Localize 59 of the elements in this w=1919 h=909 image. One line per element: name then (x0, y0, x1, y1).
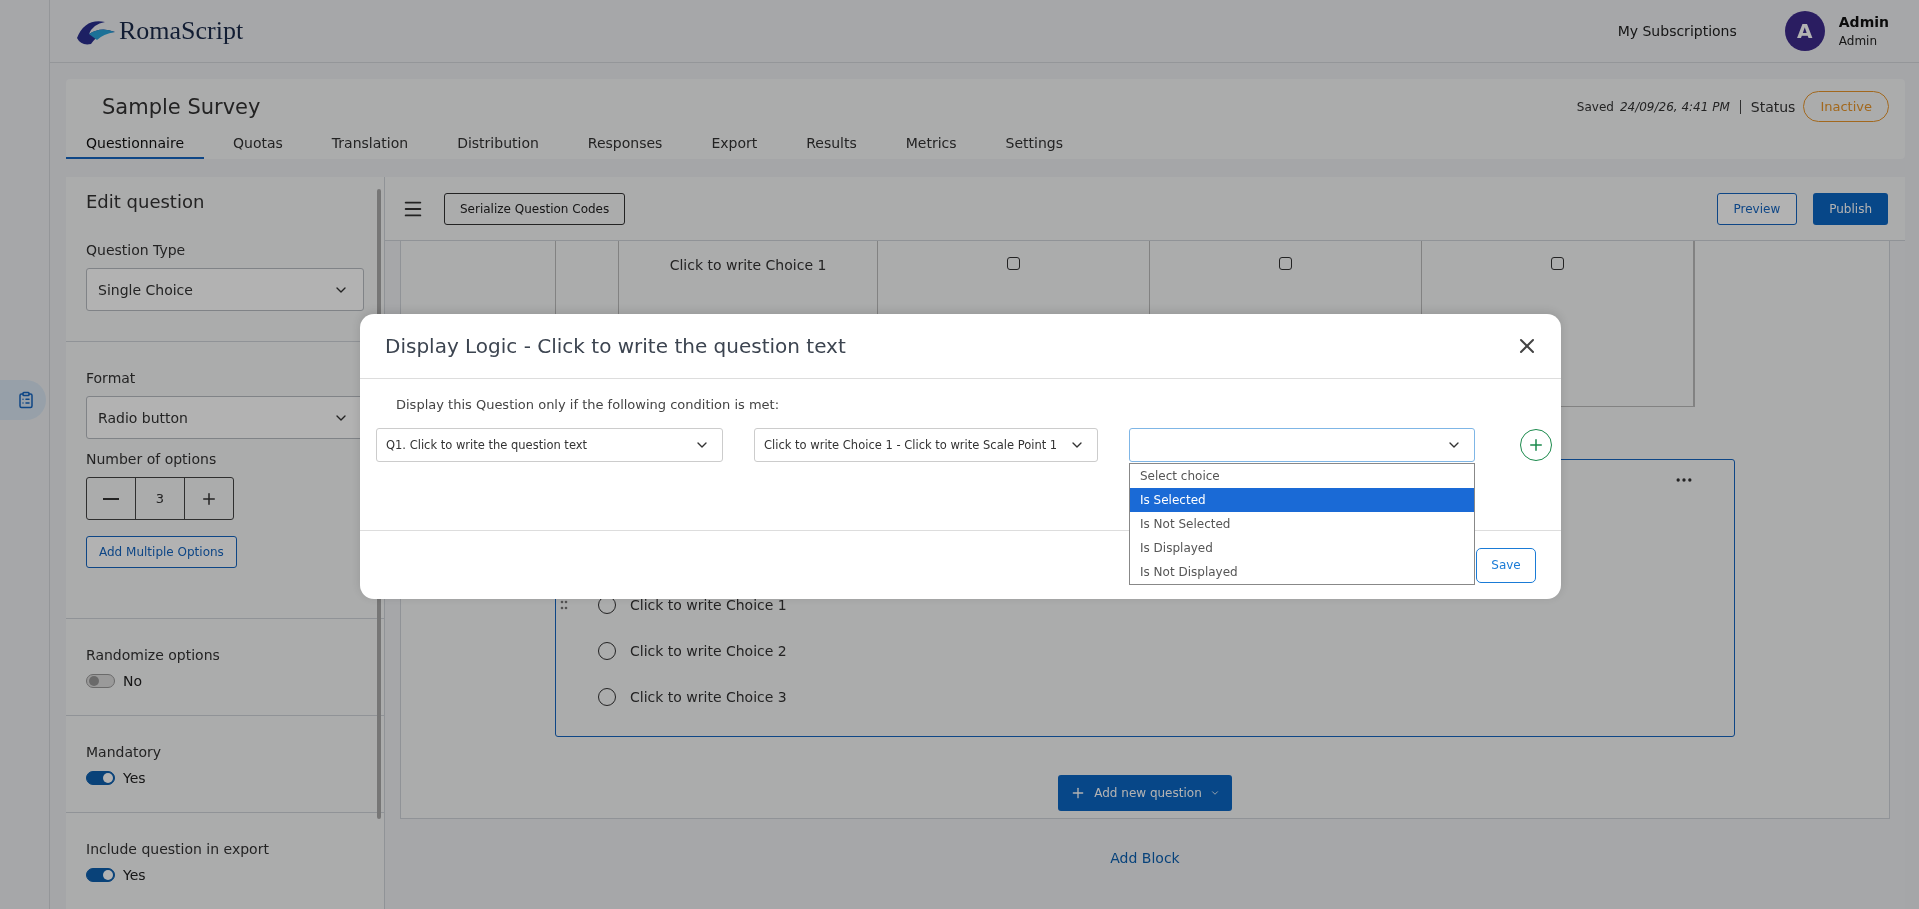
user-role: Admin (1838, 34, 1879, 48)
preview-button[interactable]: Preview (1716, 192, 1798, 225)
matrix-row-label: Click to write Choice 1 (669, 257, 827, 273)
survey-tab[interactable]: Distribution (437, 129, 559, 159)
toggle-text: Yes (123, 867, 146, 883)
survey-tab[interactable]: Metrics (885, 129, 977, 159)
question-select[interactable]: Q1. Click to write the question text (376, 428, 723, 462)
field-label: Format (86, 370, 137, 386)
caret-icon (1209, 788, 1220, 798)
toggle-switch[interactable] (86, 868, 115, 882)
dialog-title: Display Logic - Click to write the question text (385, 334, 846, 358)
clipboard-icon (17, 391, 35, 409)
choice-select[interactable]: Click to write Choice 1 - Click to write Scale Point 1 (754, 428, 1098, 462)
toggle-text: Yes (123, 770, 146, 786)
drag-handle-icon[interactable] (560, 600, 568, 610)
toggle-text: No (123, 673, 143, 689)
saved-label: Saved (1576, 99, 1614, 114)
toggle-switch[interactable] (86, 674, 115, 688)
user-avatar[interactable]: A (1784, 11, 1825, 51)
add-multiple-options-button[interactable]: Add Multiple Options (86, 536, 237, 568)
save-button[interactable]: Save (1476, 547, 1536, 583)
survey-tab[interactable]: Translation (311, 129, 429, 159)
status-label: Status (1750, 98, 1796, 115)
publish-button[interactable]: Publish (1813, 192, 1888, 225)
add-block-link[interactable]: Add Block (1110, 850, 1180, 866)
survey-title: Sample Survey (102, 94, 261, 119)
survey-tab[interactable]: Export (691, 129, 778, 159)
panel-title: Edit question (86, 191, 206, 212)
question-type-select[interactable]: Single Choice (86, 268, 364, 311)
field-label: Randomize options (86, 647, 221, 663)
add-condition-button[interactable] (1520, 429, 1552, 461)
serialize-button[interactable]: Serialize Question Codes (444, 192, 626, 225)
survey-tab[interactable]: Questionnaire (66, 129, 205, 159)
plus-icon (1527, 436, 1545, 454)
logo: RomaScript (75, 16, 244, 46)
survey-tab[interactable]: Responses (567, 129, 683, 159)
field-label: Mandatory (86, 744, 163, 760)
add-question-label: Add new question (1094, 786, 1202, 800)
choice-label: Click to write Choice 1 (630, 597, 787, 613)
choice-label: Click to write Choice 3 (630, 689, 787, 705)
condition-instruction: Display this Question only if the following condition is met: (396, 397, 781, 412)
survey-tab[interactable]: Settings (985, 129, 1084, 159)
survey-nav-button[interactable] (0, 380, 46, 420)
subscriptions-link[interactable]: My Subscriptions (1617, 23, 1737, 39)
survey-tab[interactable]: Results (786, 129, 877, 159)
matrix-checkbox[interactable] (1007, 257, 1020, 270)
dropdown-option[interactable]: Is Selected (1130, 488, 1474, 512)
choice-label: Click to write Choice 2 (630, 643, 787, 659)
field-label: Number of options (86, 451, 218, 467)
survey-tab[interactable]: Quotas (213, 129, 303, 159)
field-label: Include question in export (86, 841, 270, 857)
toggle-switch[interactable] (86, 771, 115, 785)
minus-icon (103, 497, 120, 500)
saved-time: 24/09/26, 4:41 PM (1619, 99, 1741, 114)
matrix-checkbox[interactable] (1551, 257, 1564, 270)
add-new-question-button[interactable]: Add new question (1058, 775, 1232, 811)
field-label: Question Type (86, 242, 187, 258)
user-name: Admin (1838, 14, 1889, 30)
matrix-checkbox[interactable] (1279, 257, 1292, 270)
